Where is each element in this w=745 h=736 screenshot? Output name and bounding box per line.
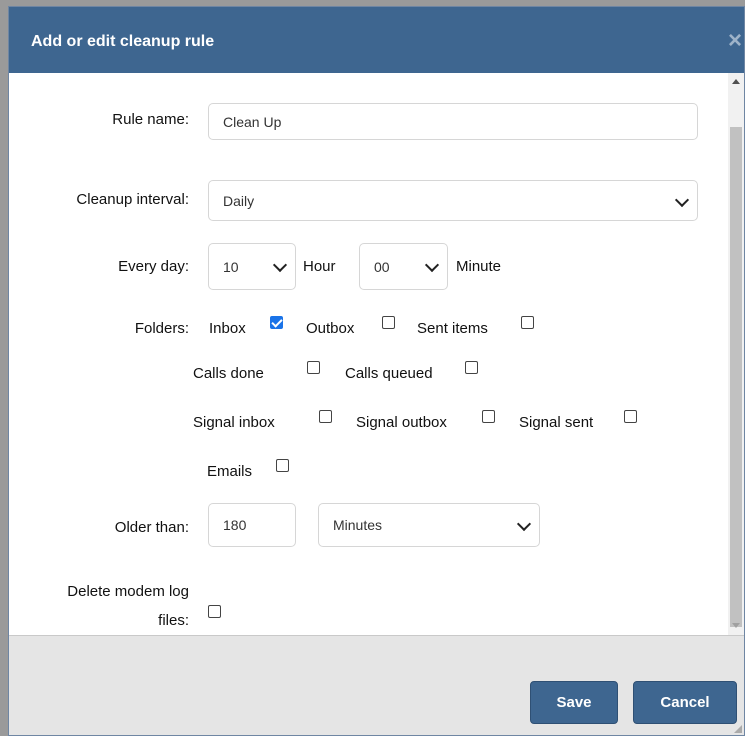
delete-modem-log-label: Delete modem log files: (9, 577, 189, 635)
every-day-label: Every day: (118, 258, 189, 275)
folder-emails-label: Emails (207, 463, 253, 480)
cleanup-rule-dialog: Add or edit cleanup rule × Rule name: Cl… (8, 6, 745, 736)
cleanup-interval-select[interactable]: Daily (208, 180, 698, 221)
close-icon[interactable]: × (728, 29, 742, 53)
older-than-unit-select[interactable]: Minutes (318, 503, 540, 547)
save-button[interactable]: Save (530, 681, 618, 724)
older-than-input[interactable]: 180 (208, 503, 296, 547)
vertical-scrollbar[interactable] (728, 73, 744, 635)
dialog-header: Add or edit cleanup rule × (9, 7, 744, 74)
older-than-unit-value: Minutes (333, 517, 383, 533)
hour-select[interactable]: 10 (208, 243, 296, 290)
chevron-down-icon (516, 516, 532, 532)
minute-value: 00 (374, 258, 390, 275)
folder-calls-queued-checkbox[interactable] (465, 361, 478, 374)
rule-name-value: Clean Up (223, 113, 282, 130)
folders-label: Folders: (134, 320, 189, 337)
dialog-title: Add or edit cleanup rule (31, 33, 215, 50)
delete-modem-log-label-line1: Delete modem log (67, 583, 189, 600)
folder-signal-sent-checkbox[interactable] (624, 410, 637, 423)
minute-unit-label: Minute (456, 258, 502, 275)
folder-signal-sent-label: Signal sent (519, 414, 594, 431)
rule-name-input[interactable]: Clean Up (208, 103, 698, 140)
folder-calls-done-label: Calls done (193, 365, 264, 382)
delete-modem-log-checkbox[interactable] (208, 605, 221, 618)
scroll-down-arrow-icon[interactable] (728, 617, 744, 635)
folder-signal-inbox-label: Signal inbox (193, 414, 275, 431)
folder-sent-items-label: Sent items (417, 320, 488, 337)
folder-inbox-label: Inbox (209, 320, 246, 337)
folder-sent-items-checkbox[interactable] (521, 316, 534, 329)
dialog-body: Rule name: Clean Up Cleanup interval: Da… (9, 73, 728, 635)
older-than-label: Older than: (114, 519, 189, 536)
folder-outbox-checkbox[interactable] (382, 316, 395, 329)
chevron-down-icon (272, 257, 288, 273)
hour-value: 10 (223, 258, 239, 275)
folder-signal-outbox-label: Signal outbox (356, 414, 447, 431)
folder-emails-checkbox[interactable] (276, 459, 289, 472)
older-than-value: 180 (223, 517, 247, 533)
cleanup-interval-value: Daily (223, 192, 255, 209)
folder-calls-queued-label: Calls queued (345, 365, 433, 382)
folder-signal-outbox-checkbox[interactable] (482, 410, 495, 423)
cleanup-interval-label: Cleanup interval: (76, 191, 189, 208)
chevron-down-icon (424, 257, 440, 273)
delete-modem-log-label-line2: files: (158, 612, 189, 629)
dialog-footer: Save Cancel (9, 635, 744, 735)
folder-outbox-label: Outbox (306, 320, 355, 337)
minute-select[interactable]: 00 (359, 243, 448, 290)
rule-name-label: Rule name: (112, 111, 189, 128)
chevron-down-icon (674, 192, 690, 208)
folder-calls-done-checkbox[interactable] (307, 361, 320, 374)
scroll-thumb[interactable] (730, 127, 742, 627)
folder-inbox-checkbox[interactable] (270, 316, 283, 329)
cancel-button[interactable]: Cancel (633, 681, 737, 724)
resize-handle-icon[interactable] (732, 723, 742, 733)
scroll-up-arrow-icon[interactable] (728, 73, 744, 91)
hour-unit-label: Hour (303, 258, 336, 275)
folder-signal-inbox-checkbox[interactable] (319, 410, 332, 423)
